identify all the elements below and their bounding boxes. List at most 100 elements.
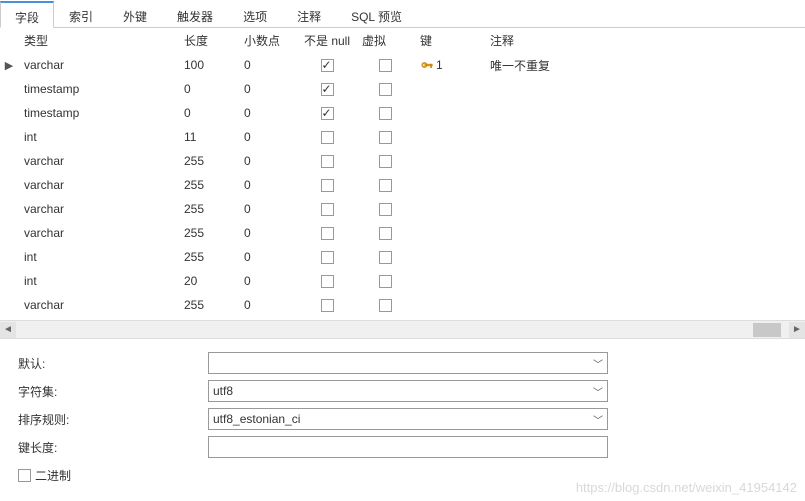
cell-type[interactable]: int	[18, 269, 178, 293]
tab-sqlpreview[interactable]: SQL 预览	[336, 1, 417, 28]
cell-decimals[interactable]: 0	[238, 245, 298, 269]
cell-decimals[interactable]: 0	[238, 53, 298, 77]
cell-type[interactable]: varchar	[18, 53, 178, 77]
cell-decimals[interactable]: 0	[238, 293, 298, 317]
notnull-checkbox[interactable]	[321, 227, 334, 240]
cell-length[interactable]: 255	[178, 293, 238, 317]
cell-decimals[interactable]: 0	[238, 269, 298, 293]
cell-virtual[interactable]	[356, 149, 414, 173]
cell-type[interactable]: varchar	[18, 293, 178, 317]
cell-length[interactable]: 100	[178, 53, 238, 77]
virtual-checkbox[interactable]	[379, 107, 392, 120]
cell-comment[interactable]	[484, 173, 805, 197]
cell-key[interactable]	[414, 269, 484, 293]
cell-type[interactable]: int	[18, 245, 178, 269]
table-row[interactable]: varchar2550	[0, 197, 805, 221]
header-length[interactable]: 长度	[178, 28, 238, 53]
cell-decimals[interactable]: 0	[238, 77, 298, 101]
table-row[interactable]: ▶varchar10001唯一不重复	[0, 53, 805, 77]
cell-type[interactable]: varchar	[18, 173, 178, 197]
cell-notnull[interactable]	[298, 149, 356, 173]
cell-type[interactable]: varchar	[18, 197, 178, 221]
table-row[interactable]: varchar2550	[0, 173, 805, 197]
notnull-checkbox[interactable]	[321, 275, 334, 288]
cell-key[interactable]	[414, 245, 484, 269]
notnull-checkbox[interactable]	[321, 203, 334, 216]
cell-length[interactable]: 0	[178, 101, 238, 125]
cell-notnull[interactable]	[298, 53, 356, 77]
cell-length[interactable]: 255	[178, 149, 238, 173]
cell-length[interactable]: 255	[178, 197, 238, 221]
virtual-checkbox[interactable]	[379, 251, 392, 264]
binary-checkbox[interactable]	[18, 469, 31, 482]
notnull-checkbox[interactable]	[321, 251, 334, 264]
cell-virtual[interactable]	[356, 173, 414, 197]
virtual-checkbox[interactable]	[379, 131, 392, 144]
cell-virtual[interactable]	[356, 293, 414, 317]
virtual-checkbox[interactable]	[379, 275, 392, 288]
charset-combobox[interactable]: utf8 ﹀	[208, 380, 608, 402]
scroll-thumb[interactable]	[753, 323, 781, 337]
cell-notnull[interactable]	[298, 245, 356, 269]
virtual-checkbox[interactable]	[379, 83, 392, 96]
keylength-input[interactable]	[208, 436, 608, 458]
cell-virtual[interactable]	[356, 245, 414, 269]
header-key[interactable]: 键	[414, 28, 484, 53]
cell-decimals[interactable]: 0	[238, 197, 298, 221]
horizontal-scrollbar[interactable]: ◄ ►	[0, 320, 805, 338]
cell-comment[interactable]	[484, 149, 805, 173]
cell-length[interactable]: 255	[178, 221, 238, 245]
cell-comment[interactable]	[484, 197, 805, 221]
cell-key[interactable]	[414, 149, 484, 173]
cell-type[interactable]: timestamp	[18, 77, 178, 101]
table-row[interactable]: int2550	[0, 245, 805, 269]
cell-decimals[interactable]: 0	[238, 173, 298, 197]
cell-length[interactable]: 255	[178, 173, 238, 197]
notnull-checkbox[interactable]	[321, 179, 334, 192]
virtual-checkbox[interactable]	[379, 203, 392, 216]
tab-options[interactable]: 选项	[228, 1, 282, 28]
header-type[interactable]: 类型	[18, 28, 178, 53]
cell-notnull[interactable]	[298, 269, 356, 293]
virtual-checkbox[interactable]	[379, 227, 392, 240]
table-row[interactable]: timestamp00	[0, 101, 805, 125]
cell-virtual[interactable]	[356, 77, 414, 101]
table-row[interactable]: varchar2550	[0, 149, 805, 173]
collation-combobox[interactable]: utf8_estonian_ci ﹀	[208, 408, 608, 430]
tab-comment[interactable]: 注释	[282, 1, 336, 28]
cell-notnull[interactable]	[298, 173, 356, 197]
cell-comment[interactable]	[484, 245, 805, 269]
cell-comment[interactable]	[484, 293, 805, 317]
cell-decimals[interactable]: 0	[238, 125, 298, 149]
notnull-checkbox[interactable]	[321, 59, 334, 72]
cell-key[interactable]	[414, 77, 484, 101]
virtual-checkbox[interactable]	[379, 155, 392, 168]
notnull-checkbox[interactable]	[321, 155, 334, 168]
notnull-checkbox[interactable]	[321, 299, 334, 312]
cell-notnull[interactable]	[298, 221, 356, 245]
cell-virtual[interactable]	[356, 101, 414, 125]
cell-virtual[interactable]	[356, 53, 414, 77]
cell-comment[interactable]	[484, 221, 805, 245]
cell-notnull[interactable]	[298, 101, 356, 125]
cell-type[interactable]: timestamp	[18, 101, 178, 125]
cell-key[interactable]	[414, 293, 484, 317]
notnull-checkbox[interactable]	[321, 131, 334, 144]
cell-notnull[interactable]	[298, 197, 356, 221]
cell-length[interactable]: 0	[178, 77, 238, 101]
cell-virtual[interactable]	[356, 125, 414, 149]
cell-type[interactable]: int	[18, 125, 178, 149]
tab-triggers[interactable]: 触发器	[162, 1, 228, 28]
cell-type[interactable]: varchar	[18, 221, 178, 245]
cell-decimals[interactable]: 0	[238, 149, 298, 173]
scroll-left-arrow[interactable]: ◄	[0, 322, 16, 338]
cell-virtual[interactable]	[356, 269, 414, 293]
cell-comment[interactable]: 唯一不重复	[484, 53, 805, 77]
cell-comment[interactable]	[484, 101, 805, 125]
header-notnull[interactable]: 不是 null	[298, 28, 356, 53]
cell-key[interactable]	[414, 101, 484, 125]
cell-notnull[interactable]	[298, 293, 356, 317]
cell-decimals[interactable]: 0	[238, 101, 298, 125]
notnull-checkbox[interactable]	[321, 83, 334, 96]
table-row[interactable]: int200	[0, 269, 805, 293]
